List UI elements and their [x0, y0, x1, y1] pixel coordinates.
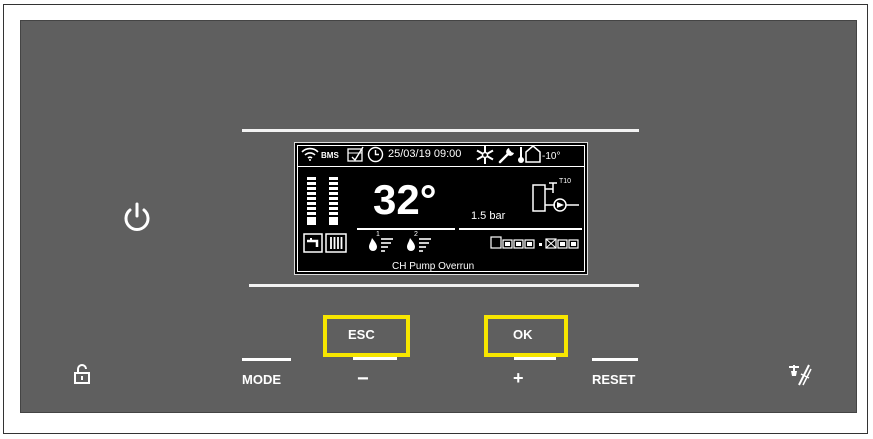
flame-icon: [405, 235, 435, 253]
status-message: CH Pump Overrun: [392, 261, 475, 272]
lock-icon[interactable]: [73, 363, 91, 385]
ok-underline: [514, 357, 556, 360]
wifi-icon: [301, 147, 319, 161]
mode-button[interactable]: MODE: [242, 372, 281, 387]
esc-underline: [353, 357, 397, 360]
radiator-icon: [325, 233, 347, 253]
temperature-underline: [357, 228, 455, 230]
module-icon: [490, 236, 582, 250]
clock-icon: [367, 146, 384, 163]
reset-underline: [592, 358, 638, 361]
snowflake-icon: [475, 145, 495, 165]
wrench-icon: [498, 146, 516, 164]
reset-button[interactable]: RESET: [592, 372, 635, 387]
pump-icon: [529, 179, 581, 219]
power-icon[interactable]: [122, 201, 152, 233]
lcd-display: BMS 25/03/19 09:00 -10° 32° 1.5 bar T10 …: [294, 142, 588, 275]
minus-button[interactable]: −: [357, 368, 369, 391]
datetime-text: 25/03/19 09:00: [388, 148, 462, 160]
ok-button[interactable]: OK: [513, 327, 533, 342]
plus-button[interactable]: +: [513, 368, 524, 389]
pressure-value: 1.5 bar: [471, 210, 506, 222]
flame-2-index: 2: [414, 231, 418, 238]
bms-label: BMS: [321, 151, 339, 160]
flame-1-index: 1: [376, 231, 380, 238]
house-icon: [525, 145, 541, 163]
lcd-status-separator: [298, 166, 585, 167]
chimney-sweep-icon[interactable]: [787, 363, 813, 387]
esc-button[interactable]: ESC: [348, 327, 375, 342]
thermometer-icon: [517, 146, 525, 164]
outside-temp: -10°: [542, 151, 561, 162]
flow-temperature: 32°: [373, 176, 437, 223]
tap-icon: [303, 233, 323, 253]
radiator-bars-icon: [305, 175, 341, 227]
pressure-underline: [459, 228, 582, 230]
pump-zone-label: T10: [559, 178, 572, 185]
display-bottom-line: [249, 284, 639, 287]
flame-icon: [367, 235, 397, 253]
display-top-line: [242, 129, 639, 132]
mode-underline: [242, 358, 291, 361]
calendar-icon: [347, 146, 364, 162]
